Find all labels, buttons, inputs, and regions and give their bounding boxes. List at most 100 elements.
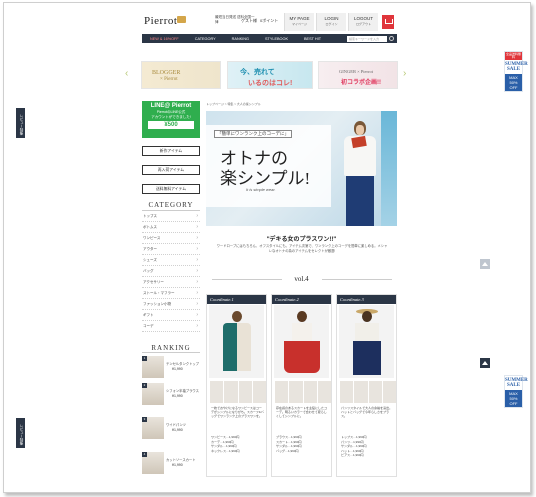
category-item[interactable]: ギフト (142, 310, 200, 321)
rank-number: 1 (142, 356, 147, 361)
thumb[interactable] (238, 381, 252, 403)
points-link[interactable]: 0ポイント (260, 18, 278, 24)
coordinate-description: パンツスタイルで大人の余裕を演出。ハットとバッグで今年らしさをプラス。 (341, 406, 393, 419)
sale-side-banner-top[interactable]: 全品送料無料 SUMMER SALE MAX 50% OFF (504, 51, 528, 92)
coordinate-photo (274, 305, 329, 378)
sale-sale: SALE (506, 67, 521, 72)
thumb[interactable] (382, 381, 396, 403)
sale-off: OFF (509, 85, 518, 90)
item-thumbnails (340, 381, 396, 403)
logout-label: LOGOUT (353, 16, 373, 21)
nav-category[interactable]: CATEGORY (187, 37, 224, 41)
thumb[interactable] (289, 381, 303, 403)
coordinate-item[interactable]: ピアス…1,990円 (341, 453, 394, 458)
coordinate-item-list: トップス…1,990円 パンツ…1,990円 サンダル…1,990円 ハット…1… (341, 435, 394, 458)
category-item[interactable]: ストール・マフラー (142, 288, 200, 299)
figure-head (232, 311, 242, 322)
category-item[interactable]: トップス (142, 211, 200, 222)
figure-top (355, 323, 379, 341)
category-item[interactable]: アウター (142, 244, 200, 255)
thumb[interactable] (354, 381, 368, 403)
login-label: LOGIN (324, 16, 339, 21)
thumb[interactable] (317, 381, 331, 403)
coordinate-heading: Coordinate.3 (337, 295, 396, 304)
thumb[interactable] (252, 381, 266, 403)
page-frame: Pierrot 最短当日発送 送料全国一律 ゲスト様 0ポイント MY PAGE… (3, 2, 531, 493)
coordinate-item[interactable]: バッグ…1,990円 (276, 449, 329, 454)
back-to-top-icon[interactable] (480, 358, 490, 368)
category-item[interactable]: ファッション小物 (142, 299, 200, 310)
logout-button[interactable]: LOGOUT ログアウト (348, 13, 378, 31)
banner-blogger[interactable]: BLOGGER × Pierrot (141, 61, 221, 89)
mypage-button[interactable]: MY PAGE マイページ (284, 13, 314, 31)
figure-head (297, 311, 307, 322)
scroll-up-icon[interactable] (480, 259, 490, 269)
coordinate-card[interactable]: Coordinate.1 一枚でおやけになるワンピースはコーデがシンプルになりが… (206, 294, 267, 477)
site-header: Pierrot 最短当日発送 送料全国一律 ゲスト様 0ポイント MY PAGE… (4, 13, 530, 33)
figure-dress (223, 323, 251, 371)
category-item[interactable]: バッグ (142, 266, 200, 277)
search-input[interactable]: 検索キーワードを入力 (347, 35, 387, 42)
coordinate-item-list: ブラウス…1,990円 スカート…1,990円 サンダル…1,990円 バッグ…… (276, 435, 329, 453)
banner-next-arrow[interactable]: › (403, 69, 411, 79)
coordinate-description: 存在感のあるスカートを主役にしたコーデ。明るいカラーで合わせて夏らしくしてシンプ… (276, 406, 328, 419)
category-item[interactable]: コーデ (142, 321, 200, 332)
ranking-item[interactable]: 1 テンセルタンクトップ ¥1,990 (142, 356, 202, 378)
banner-subtitle: 初コラボ企画!! (341, 80, 381, 86)
nav-besthit[interactable]: BEST HIT (296, 37, 329, 41)
breadcrumb[interactable]: トップページ > 特集 > 大人の楽シンプル (206, 102, 261, 106)
banner-ginger[interactable]: GINGER × Pierrot 初コラボ企画!! (318, 61, 398, 89)
ranking-item[interactable]: 3 ワイドパンツ ¥1,990 (142, 417, 202, 439)
search-icon[interactable] (389, 36, 394, 41)
coordinate-card[interactable]: Coordinate.3 パンツスタイルで大人の余裕を演出。ハットとバッグで今年… (336, 294, 397, 477)
coordinate-item-list: ワンピース…1,990円 カーデ…1,990円 サンダル…1,990円 ネックレ… (211, 435, 264, 453)
rank-product-price: ¥1,990 (172, 428, 183, 432)
thumb[interactable] (303, 381, 317, 403)
category-item[interactable]: アクセサリー (142, 277, 200, 288)
thumb[interactable] (210, 381, 224, 403)
ranking-item[interactable]: 4 カットソースカート ¥1,990 (142, 452, 202, 474)
thumb[interactable] (224, 381, 238, 403)
new-items-button[interactable]: 新作アイテム (142, 146, 200, 156)
item-thumbnails (210, 381, 266, 403)
free-shipping-items-button[interactable]: 送料無料アイテム (142, 184, 200, 194)
nav-ranking[interactable]: RANKING (224, 37, 257, 41)
mypage-sublabel: マイページ (292, 22, 307, 26)
line-title: LINE@ Pierrot (150, 103, 192, 109)
review-side-tab-top[interactable]: レビュー特集 (16, 108, 25, 138)
figure-skirt (284, 341, 320, 373)
category-item[interactable]: ワンピース (142, 233, 200, 244)
coordinate-card[interactable]: Coordinate.2 存在感のあるスカートを主役にしたコーデ。明るいカラーで… (271, 294, 332, 477)
nav-stylebook[interactable]: STYLEBOOK (257, 37, 296, 41)
cart-icon[interactable] (382, 15, 394, 29)
category-item[interactable]: ボトムス (142, 222, 200, 233)
crown-icon (177, 16, 186, 23)
banner-subtitle: いるのはコレ! (248, 80, 293, 87)
rank-product-price: ¥1,990 (172, 463, 183, 467)
divider (322, 279, 392, 280)
feature-description: ワードローブにはもちろん、オフスタイルにも。アイテム次第で、ワンランク上のコーデ… (216, 244, 388, 253)
sale-side-banner-bottom[interactable]: SUMMER SALE MAX 50% OFF (504, 375, 528, 408)
review-side-tab-bottom[interactable]: レビュー特集 (16, 418, 25, 448)
banner-subtitle: × Pierrot (160, 77, 178, 82)
figure-top (292, 323, 312, 341)
line-official-banner[interactable]: LINE@ Pierrot PierrotのLINE公式 アカウントができました… (142, 101, 200, 138)
coordinate-photo (209, 305, 264, 378)
login-button[interactable]: LOGIN ログイン (316, 13, 346, 31)
banner-trending[interactable]: 今、売れて いるのはコレ! (227, 61, 313, 89)
ranking-item[interactable]: 2 シフォン半袖ブラウス ¥1,990 (142, 383, 202, 405)
nav-new[interactable]: NEW & 16%OFF (142, 37, 187, 41)
thumb[interactable] (340, 381, 354, 403)
guest-link[interactable]: ゲスト様 (241, 18, 257, 24)
thumb[interactable] (368, 381, 382, 403)
thumb[interactable] (275, 381, 289, 403)
banner-prev-arrow[interactable]: ‹ (125, 69, 133, 79)
model-face (356, 125, 364, 135)
coordinate-item[interactable]: ネックレス…1,990円 (211, 449, 264, 454)
rank-number: 2 (142, 383, 147, 388)
site-logo[interactable]: Pierrot (144, 15, 177, 27)
category-item[interactable]: シューズ (142, 255, 200, 266)
item-thumbnails (275, 381, 331, 403)
restock-items-button[interactable]: 再入荷アイテム (142, 165, 200, 175)
feature-tagline: "デキる女のプラスワン!!" (266, 237, 337, 243)
